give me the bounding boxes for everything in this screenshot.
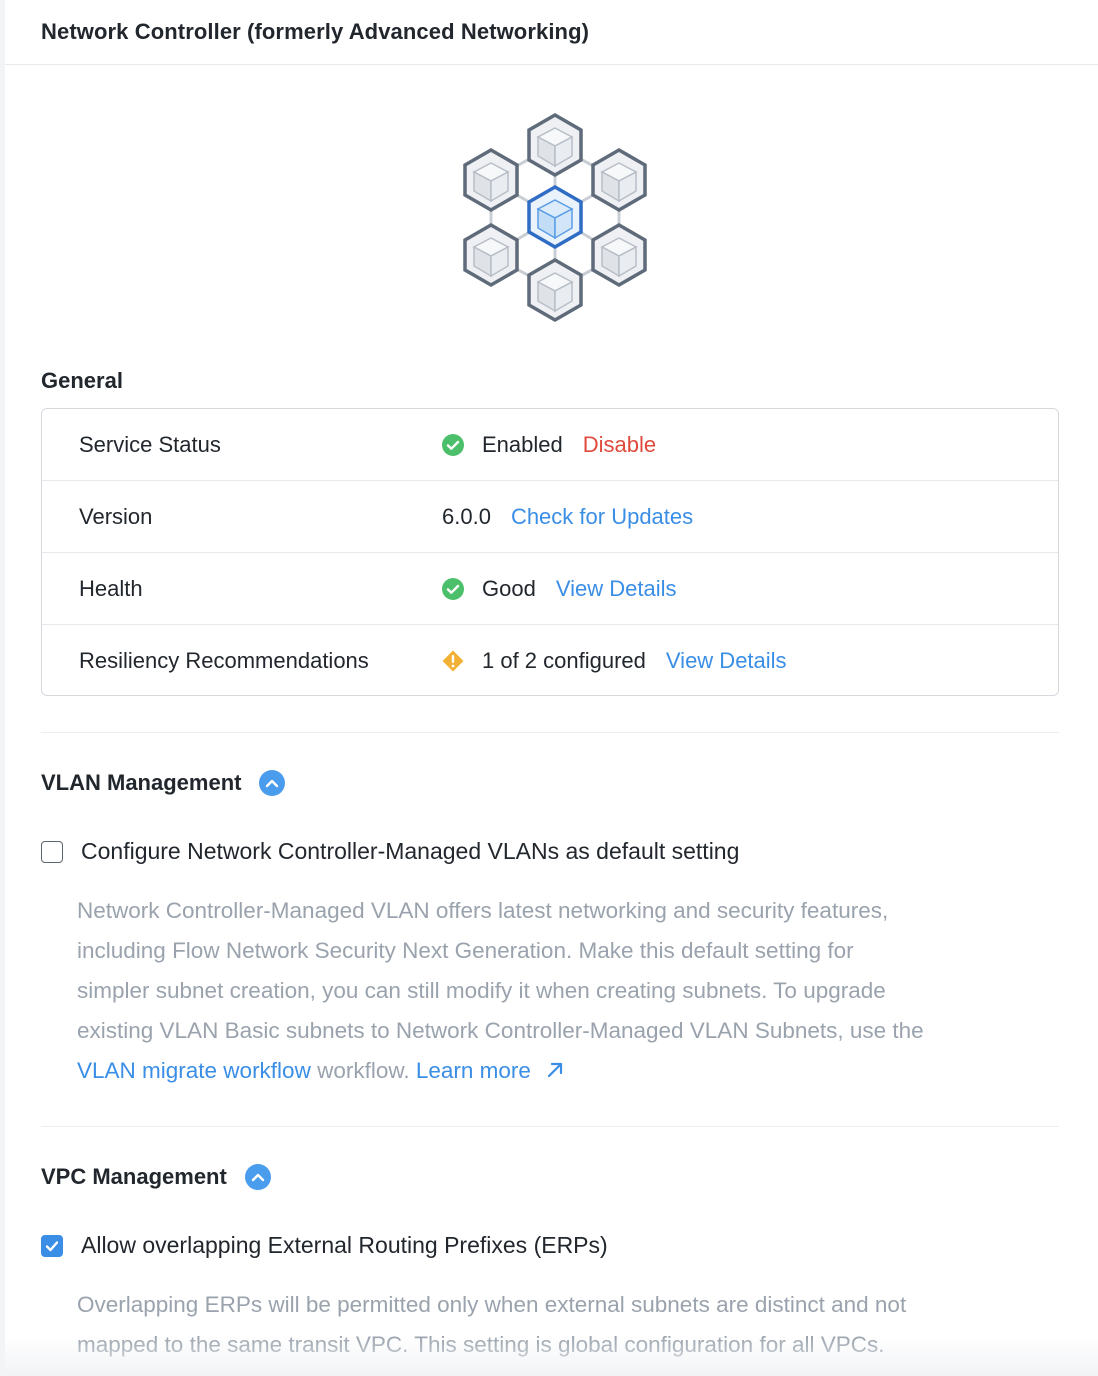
vpc-checkbox-label: Allow overlapping External Routing Prefi… [81, 1232, 608, 1258]
desc-line: including Flow Network Security Next Gen… [77, 938, 854, 963]
desc-text: workflow. [310, 1058, 416, 1083]
row-value: Enabled Disable [442, 432, 656, 458]
row-label: Health [79, 575, 143, 601]
vpc-title: VPC Management [41, 1164, 227, 1189]
section-divider [41, 732, 1059, 733]
check-circle-icon [442, 577, 464, 600]
desc-line: existing VLAN Basic subnets to Network C… [77, 1018, 924, 1043]
vlan-title: VLAN Management [41, 770, 242, 795]
panel-header: Network Controller (formerly Advanced Ne… [5, 0, 1098, 65]
disable-link[interactable]: Disable [583, 432, 656, 458]
network-cubes-illustration [463, 112, 647, 323]
vlan-default-checkbox-row[interactable]: Configure Network Controller-Managed VLA… [41, 838, 739, 865]
vlan-checkbox-label: Configure Network Controller-Managed VLA… [81, 838, 740, 864]
section-divider [41, 1126, 1059, 1127]
chevron-up-icon[interactable] [259, 770, 286, 796]
scroll-fade [5, 1336, 1098, 1376]
network-controller-panel: Network Controller (formerly Advanced Ne… [5, 0, 1098, 1376]
general-section-title: General [41, 368, 123, 394]
vlan-section-title: VLAN Management [41, 770, 286, 796]
warning-diamond-icon [442, 650, 464, 672]
row-value: Good View Details [442, 576, 676, 602]
page-title: Network Controller (formerly Advanced Ne… [41, 19, 590, 44]
chevron-up-icon[interactable] [244, 1164, 271, 1190]
resiliency-value: 1 of 2 configured [482, 648, 646, 673]
learn-more-link[interactable]: Learn more [416, 1058, 531, 1083]
vpc-overlap-checkbox-row[interactable]: Allow overlapping External Routing Prefi… [41, 1232, 608, 1259]
desc-line: VLAN migrate workflow workflow. Learn mo… [77, 1051, 1037, 1093]
row-label: Version [79, 503, 153, 529]
row-label: Service Status [79, 431, 221, 457]
desc-line: simpler subnet creation, you can still m… [77, 978, 886, 1003]
vlan-migrate-workflow-link[interactable]: VLAN migrate workflow [77, 1058, 311, 1083]
external-link-icon[interactable] [545, 1053, 565, 1093]
resiliency-row: Resiliency Recommendations 1 of 2 config… [42, 625, 1058, 697]
service-status-value: Enabled [482, 431, 563, 457]
vlan-description: Network Controller-Managed VLAN offers l… [77, 891, 1037, 1093]
resiliency-view-details-link[interactable]: View Details [666, 648, 787, 674]
version-row: Version 6.0.0 Check for Updates [42, 481, 1058, 553]
general-title: General [41, 368, 123, 393]
version-value: 6.0.0 [442, 503, 491, 529]
desc-line: Network Controller-Managed VLAN offers l… [77, 898, 889, 923]
desc-line: Overlapping ERPs will be permitted only … [77, 1292, 907, 1317]
health-value: Good [482, 575, 536, 601]
health-row: Health Good View Details [42, 553, 1058, 625]
row-value: 6.0.0 Check for Updates [442, 504, 693, 530]
vlan-default-checkbox[interactable] [41, 840, 63, 863]
service-status-row: Service Status Enabled Disable [42, 409, 1058, 481]
row-label: Resiliency Recommendations [79, 648, 369, 673]
vpc-section-title: VPC Management [41, 1164, 271, 1190]
vpc-overlap-checkbox[interactable] [41, 1234, 63, 1257]
row-value: 1 of 2 configured View Details [442, 648, 787, 674]
health-view-details-link[interactable]: View Details [556, 576, 677, 602]
general-card: Service Status Enabled Disable Version 6… [41, 408, 1059, 696]
check-circle-icon [442, 433, 464, 456]
check-for-updates-link[interactable]: Check for Updates [511, 504, 693, 530]
